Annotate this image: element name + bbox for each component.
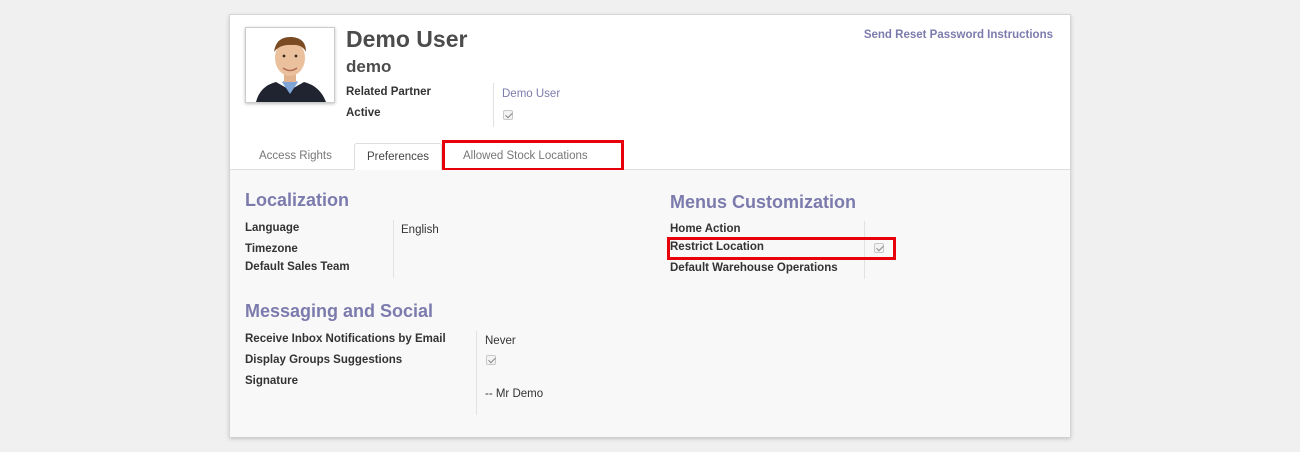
menus-customization-title: Menus Customization <box>670 192 857 212</box>
user-form-sheet: Send Reset Password Instructions Demo Us… <box>229 14 1071 437</box>
tab-access-rights[interactable]: Access Rights <box>247 143 344 169</box>
groups-suggestions-label: Display Groups Suggestions <box>245 354 403 366</box>
home-action-label: Home Action <box>670 223 741 235</box>
language-value[interactable]: English <box>401 224 439 236</box>
messaging-separator <box>476 331 477 415</box>
localization-separator <box>393 220 394 278</box>
related-partner-label: Related Partner <box>346 86 432 98</box>
timezone-label: Timezone <box>245 243 298 255</box>
user-login: demo <box>346 57 392 76</box>
user-name-title: Demo User <box>346 26 468 52</box>
groups-suggestions-checkbox[interactable] <box>486 355 496 365</box>
tab-preferences[interactable]: Preferences <box>354 143 443 170</box>
signature-value[interactable]: -- Mr Demo <box>485 388 543 400</box>
messaging-social-title: Messaging and Social <box>245 301 434 321</box>
related-partner-link[interactable]: Demo User <box>502 88 560 100</box>
tab-highlight-box <box>442 140 624 171</box>
signature-label: Signature <box>245 375 299 387</box>
sales-team-label: Default Sales Team <box>245 261 350 273</box>
active-checkbox[interactable] <box>503 110 513 120</box>
user-photo-icon <box>246 28 334 102</box>
avatar[interactable] <box>245 27 335 103</box>
inbox-notifications-label: Receive Inbox Notifications by Email <box>245 333 446 345</box>
language-label: Language <box>245 222 300 234</box>
inbox-notifications-value[interactable]: Never <box>485 335 516 347</box>
active-label: Active <box>346 107 381 119</box>
restrict-location-highlight-box <box>667 237 896 260</box>
warehouse-operations-label: Default Warehouse Operations <box>670 262 838 274</box>
localization-title: Localization <box>245 190 350 210</box>
send-reset-password-link[interactable]: Send Reset Password Instructions <box>864 29 1053 41</box>
header-field-separator <box>493 83 494 127</box>
